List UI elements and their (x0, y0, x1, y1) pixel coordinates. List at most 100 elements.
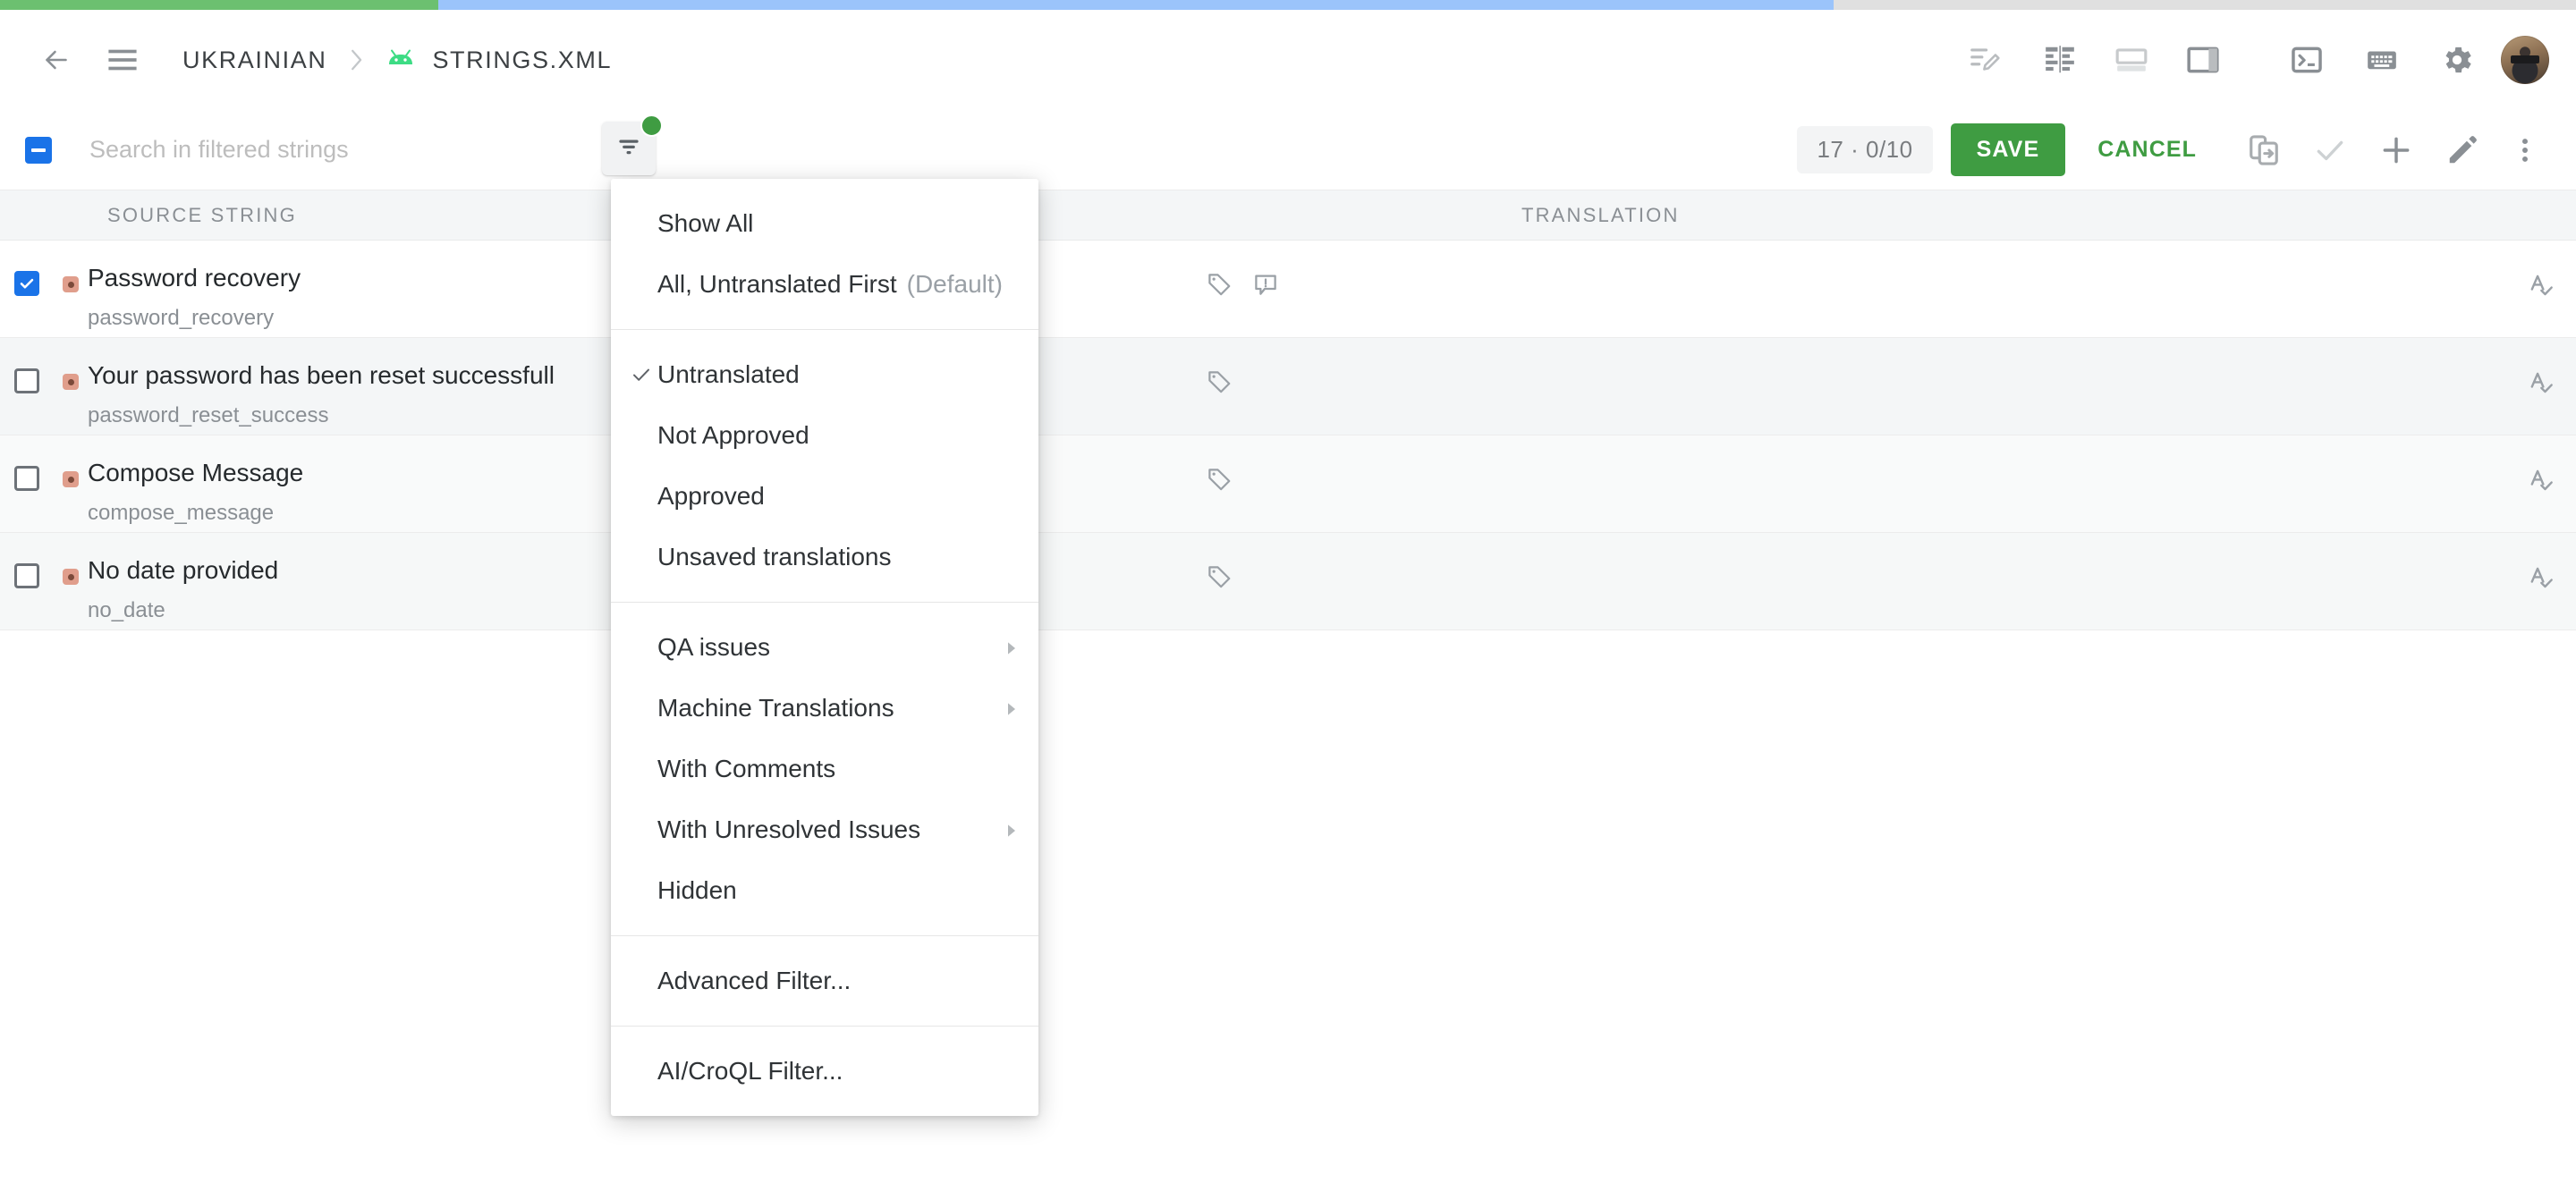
back-button[interactable] (27, 30, 86, 89)
row-checkbox[interactable] (14, 271, 39, 296)
add-string-button[interactable] (2367, 121, 2426, 180)
android-icon (386, 48, 416, 72)
layout-bottom-button[interactable] (2102, 30, 2161, 89)
filter-menu-item-label: QA issues (657, 633, 771, 661)
filter-menu-item[interactable]: With Comments (611, 739, 1038, 799)
split-columns-icon (2043, 43, 2077, 77)
tag-icon[interactable] (1206, 563, 1233, 595)
terminal-button[interactable] (2277, 30, 2336, 89)
filter-menu-item[interactable]: QA issues (611, 617, 1038, 678)
tag-icon[interactable] (1206, 271, 1233, 302)
string-counter-badge: 17 · 0/10 (1797, 126, 1933, 173)
table-row[interactable]: Your password has been reset successfull… (0, 338, 2576, 435)
copy-to-device-button[interactable] (2234, 121, 2293, 180)
filter-menu-item[interactable]: Approved (611, 466, 1038, 527)
save-button[interactable]: SAVE (1950, 123, 2066, 176)
row-status-cell (54, 338, 88, 390)
approve-check-icon (2313, 133, 2347, 167)
edit-pencil-icon (2445, 133, 2479, 167)
comment-alert-icon[interactable] (1252, 271, 1279, 302)
filter-menu-item[interactable]: Show All (611, 193, 1038, 254)
row-spellcheck-cell (1474, 338, 2576, 401)
filter-menu-item[interactable]: Advanced Filter... (611, 951, 1038, 1011)
filter-menu-item-label: Unsaved translations (657, 543, 892, 570)
filter-menu-item-label: Show All (657, 209, 754, 237)
chevron-right-icon (346, 47, 366, 72)
filter-active-badge (640, 114, 663, 137)
split-columns-button[interactable] (2030, 30, 2089, 89)
filter-menu-item-label: With Unresolved Issues (657, 815, 921, 843)
filter-menu-item-label: AI/CroQL Filter... (657, 1057, 843, 1085)
gear-icon (2439, 42, 2475, 78)
notes-edit-button[interactable] (1955, 30, 2014, 89)
filter-menu-item-label: Hidden (657, 876, 737, 904)
table-header-row: SOURCE STRING TRANSLATION (0, 190, 2576, 241)
column-header-translation: TRANSLATION (1521, 203, 1680, 226)
submenu-arrow-icon (1004, 633, 1019, 662)
tag-icon[interactable] (1206, 466, 1233, 497)
keyboard-shortcuts-button[interactable] (2352, 30, 2411, 89)
row-checkbox[interactable] (14, 466, 39, 491)
status-untranslated-icon (63, 374, 79, 390)
spellcheck-icon[interactable] (2528, 271, 2556, 304)
row-checkbox-cell (0, 241, 54, 296)
strings-table: SOURCE STRING TRANSLATION Password recov… (0, 190, 2576, 630)
row-checkbox-cell (0, 533, 54, 588)
spellcheck-icon[interactable] (2528, 368, 2556, 401)
topbar-right-group (1955, 30, 2576, 89)
table-row[interactable]: Password recovery password_recovery (0, 241, 2576, 338)
search-input[interactable] (89, 136, 626, 164)
settings-button[interactable] (2428, 30, 2487, 89)
row-status-cell (54, 435, 88, 487)
layout-bottom-icon (2114, 43, 2148, 77)
action-toolbar: 17 · 0/10 SAVE CANCEL (0, 110, 2576, 190)
check-icon (631, 364, 657, 385)
tag-icon[interactable] (1206, 368, 1233, 400)
menu-separator (611, 329, 1038, 330)
breadcrumb-project[interactable]: UKRAINIAN (182, 46, 326, 74)
top-navigation-bar: UKRAINIAN STRINGS.XML (0, 10, 2576, 110)
breadcrumb-file[interactable]: STRINGS.XML (432, 46, 612, 74)
menu-separator (611, 602, 1038, 603)
spellcheck-icon[interactable] (2528, 466, 2556, 499)
filter-menu-item[interactable]: All, Untranslated First (Default) (611, 254, 1038, 315)
filter-menu-item[interactable]: With Unresolved Issues (611, 799, 1038, 860)
action-toolbar-right: 17 · 0/10 SAVE CANCEL (1797, 121, 2576, 180)
select-all-checkbox[interactable] (25, 136, 52, 164)
filter-menu-item-label: Advanced Filter... (657, 967, 852, 994)
filter-menu-item[interactable]: AI/CroQL Filter... (611, 1041, 1038, 1102)
row-meta-icons (1206, 435, 1474, 497)
edit-button[interactable] (2433, 121, 2492, 180)
filter-menu-item-label: Machine Translations (657, 694, 894, 722)
filter-icon (615, 133, 642, 165)
layout-right-icon (2186, 43, 2220, 77)
row-meta-icons (1206, 338, 1474, 400)
more-options-button[interactable] (2496, 121, 2555, 180)
filter-menu-item-label: Approved (657, 482, 765, 510)
row-status-cell (54, 533, 88, 585)
row-checkbox[interactable] (14, 368, 39, 393)
keyboard-icon (2365, 43, 2399, 77)
cancel-button[interactable]: CANCEL (2074, 123, 2220, 176)
layout-right-button[interactable] (2174, 30, 2233, 89)
filter-menu-item[interactable]: Not Approved (611, 405, 1038, 466)
filter-menu-item[interactable]: Machine Translations (611, 678, 1038, 739)
hamburger-menu-button[interactable] (93, 30, 152, 89)
filter-menu-item[interactable]: Hidden (611, 860, 1038, 921)
table-row[interactable]: No date provided no_date (0, 533, 2576, 630)
arrow-left-icon (40, 44, 72, 76)
hamburger-icon (107, 46, 138, 73)
filter-button[interactable] (602, 114, 663, 175)
approve-button[interactable] (2301, 121, 2360, 180)
status-untranslated-icon (63, 471, 79, 487)
table-row[interactable]: Compose Message compose_message (0, 435, 2576, 533)
spellcheck-icon[interactable] (2528, 563, 2556, 596)
row-checkbox-cell (0, 435, 54, 491)
row-checkbox[interactable] (14, 563, 39, 588)
action-toolbar-left (0, 136, 1797, 164)
filter-menu-item[interactable]: Unsaved translations (611, 527, 1038, 587)
row-spellcheck-cell (1474, 533, 2576, 596)
user-avatar[interactable] (2501, 36, 2549, 84)
indeterminate-dash-icon (31, 148, 46, 152)
filter-menu-item[interactable]: Untranslated (611, 344, 1038, 405)
